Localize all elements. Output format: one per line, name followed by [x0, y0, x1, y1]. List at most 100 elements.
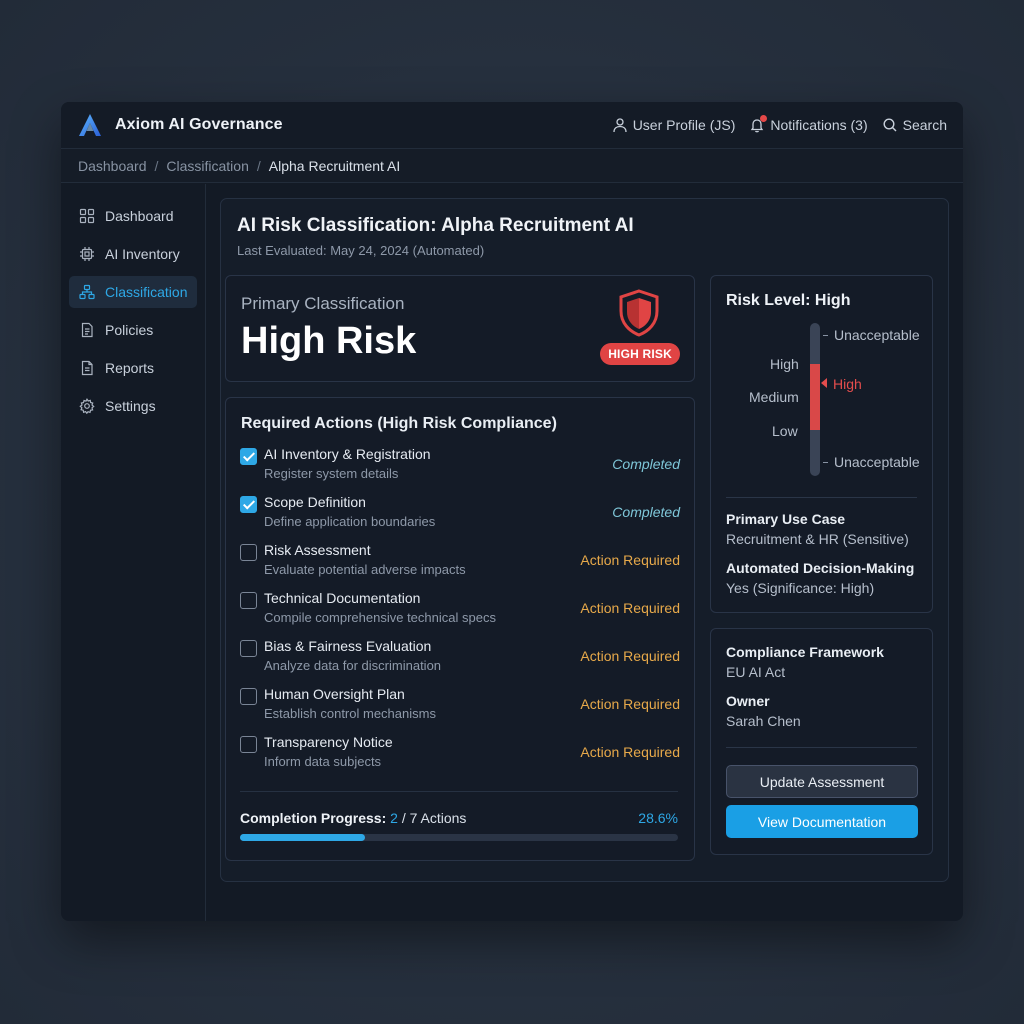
primary-use-case-label: Primary Use Case: [726, 511, 846, 527]
action-status[interactable]: Action Required: [580, 600, 680, 616]
automated-decision-label: Automated Decision-Making: [726, 560, 915, 576]
app-title: Axiom AI Governance: [115, 116, 283, 133]
action-status: Completed: [612, 504, 680, 520]
breadcrumb: Dashboard / Classification / Alpha Recru…: [61, 149, 963, 183]
risk-level-card: Risk Level: High Unacceptable High Mediu…: [710, 275, 933, 613]
scale-marker-label: High: [833, 376, 862, 392]
action-name: AI Inventory & Registration: [264, 446, 431, 462]
page-title: AI Risk Classification: Alpha Recruitmen…: [237, 215, 634, 236]
breadcrumb-dashboard[interactable]: Dashboard: [78, 158, 147, 174]
scale-label-medium: Medium: [749, 389, 799, 405]
sidebar-item-label: Settings: [105, 398, 156, 414]
required-actions-title: Required Actions (High Risk Compliance): [241, 415, 557, 432]
action-checkbox[interactable]: [240, 496, 257, 513]
primary-classification-value: High Risk: [241, 320, 417, 362]
sidebar-item-label: Dashboard: [105, 208, 174, 224]
action-item: Transparency Notice Inform data subjects…: [240, 734, 680, 778]
divider: [240, 791, 678, 792]
notification-dot: [760, 115, 768, 122]
grid-icon: [79, 208, 95, 224]
action-name: Scope Definition: [264, 494, 366, 510]
breadcrumb-current: Alpha Recruitment AI: [268, 157, 401, 174]
search-button[interactable]: Search: [882, 117, 947, 133]
action-item: Scope Definition Define application boun…: [240, 494, 680, 538]
action-description: Analyze data for discrimination: [264, 658, 442, 673]
scale-label-low: Low: [772, 423, 798, 439]
hierarchy-icon: [79, 284, 95, 300]
owner-label: Owner: [726, 693, 770, 709]
user-profile-label: User Profile (JS): [632, 117, 736, 133]
action-checkbox[interactable]: [240, 544, 257, 561]
action-status[interactable]: Action Required: [580, 696, 680, 712]
action-description: Establish control mechanisms: [264, 706, 436, 721]
scale-label-top: Unacceptable: [834, 327, 920, 343]
main-content: AI Risk Classification: Alpha Recruitmen…: [206, 184, 963, 921]
search-icon: [883, 118, 897, 132]
action-checkbox[interactable]: [240, 688, 257, 705]
action-checkbox[interactable]: [240, 448, 257, 465]
action-name: Risk Assessment: [264, 542, 371, 558]
divider: [726, 497, 917, 498]
action-checkbox[interactable]: [240, 640, 257, 657]
breadcrumb-classification[interactable]: Classification: [166, 158, 248, 174]
action-checkbox[interactable]: [240, 592, 257, 609]
sidebar-item-policies[interactable]: Policies: [69, 314, 197, 346]
sidebar-item-label: Classification: [105, 284, 188, 300]
risk-level-title: Risk Level: High: [726, 292, 851, 309]
chip-icon: [80, 247, 94, 261]
scale-tick: [823, 462, 828, 463]
action-item: Bias & Fairness Evaluation Analyze data …: [240, 638, 680, 682]
risk-scale-marker-icon: [821, 378, 827, 388]
report-icon: [81, 360, 93, 376]
action-description: Evaluate potential adverse impacts: [264, 562, 466, 577]
action-item: AI Inventory & Registration Register sys…: [240, 446, 680, 490]
automated-decision-value: Yes (Significance: High): [726, 580, 875, 596]
action-description: Register system details: [264, 466, 399, 481]
progress-bar-fill: [240, 834, 366, 841]
compliance-framework-card: Compliance Framework EU AI Act Owner Sar…: [710, 628, 933, 855]
scale-label-bottom: Unacceptable: [834, 454, 920, 470]
owner-value: Sarah Chen: [726, 713, 801, 729]
action-name: Transparency Notice: [264, 734, 393, 750]
notifications-button[interactable]: Notifications (3): [749, 115, 868, 133]
sidebar-item-classification[interactable]: Classification: [69, 276, 197, 308]
sidebar-item-label: Policies: [105, 322, 154, 338]
sidebar-item-ai-inventory[interactable]: AI Inventory: [69, 238, 197, 270]
risk-badge: HIGH RISK: [600, 343, 680, 365]
update-assessment-button[interactable]: Update Assessment: [726, 765, 918, 798]
axiom-logo-icon: [79, 114, 101, 136]
action-item: Risk Assessment Evaluate potential adver…: [240, 542, 680, 586]
title-bar: Axiom AI Governance User Profile (JS) No…: [61, 102, 963, 149]
classification-panel: AI Risk Classification: Alpha Recruitmen…: [220, 198, 949, 882]
search-label: Search: [902, 117, 947, 133]
breadcrumb-separator: /: [154, 157, 159, 174]
sidebar: Dashboard AI Inventory Classification Po…: [61, 184, 206, 921]
gear-icon: [79, 398, 95, 414]
app-window: Axiom AI Governance User Profile (JS) No…: [61, 102, 963, 921]
progress-bar: [240, 834, 678, 841]
action-checkbox[interactable]: [240, 736, 257, 753]
last-evaluated: Last Evaluated: May 24, 2024 (Automated): [237, 243, 485, 258]
sidebar-item-dashboard[interactable]: Dashboard: [69, 200, 197, 232]
action-status: Completed: [612, 456, 680, 472]
primary-use-case-value: Recruitment & HR (Sensitive): [726, 531, 909, 547]
view-documentation-button[interactable]: View Documentation: [726, 805, 918, 838]
primary-classification-label: Primary Classification: [241, 294, 405, 313]
progress-title: Completion Progress:: [240, 810, 387, 826]
user-profile-button[interactable]: User Profile (JS): [612, 117, 736, 133]
progress-percent: 28.6%: [638, 810, 678, 826]
action-name: Human Oversight Plan: [264, 686, 405, 702]
sidebar-item-reports[interactable]: Reports: [69, 352, 197, 384]
progress-total: / 7 Actions: [401, 810, 467, 826]
action-description: Inform data subjects: [264, 754, 382, 769]
action-status[interactable]: Action Required: [580, 744, 680, 760]
scale-label-high: High: [770, 356, 799, 372]
sidebar-item-label: AI Inventory: [105, 246, 180, 262]
compliance-framework-value: EU AI Act: [726, 664, 786, 680]
notifications-label: Notifications (3): [770, 117, 868, 133]
sidebar-item-settings[interactable]: Settings: [69, 390, 197, 422]
action-item: Technical Documentation Compile comprehe…: [240, 590, 680, 634]
action-status[interactable]: Action Required: [580, 552, 680, 568]
action-status[interactable]: Action Required: [580, 648, 680, 664]
risk-scale-active-segment: [810, 364, 820, 430]
